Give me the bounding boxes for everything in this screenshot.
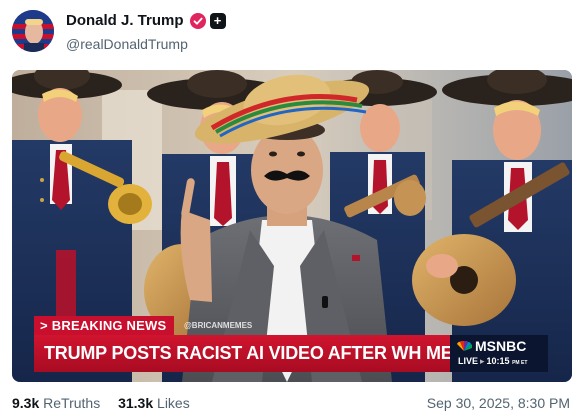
- post-header: Donald J. Trump + @realDonaldTrump: [12, 9, 572, 55]
- live-time: 10:15: [486, 356, 510, 366]
- post-timestamp[interactable]: Sep 30, 2025, 8:30 PM: [427, 395, 570, 411]
- verified-badge-icon: [189, 12, 206, 29]
- likes-count: 31.3k: [118, 395, 154, 411]
- breaking-news-text: BREAKING NEWS: [51, 318, 167, 333]
- retruths-stat[interactable]: 9.3k ReTruths: [12, 395, 100, 411]
- network-logo: MSNBC: [456, 338, 526, 354]
- likes-stat[interactable]: 31.3k Likes: [118, 395, 190, 411]
- peacock-icon: [457, 341, 472, 351]
- network-name: MSNBC: [475, 338, 527, 354]
- retruths-label: ReTruths: [43, 395, 101, 411]
- post-stats: 9.3k ReTruths 31.3k Likes: [12, 395, 190, 411]
- likes-label: Likes: [157, 395, 190, 411]
- author-handle[interactable]: @realDonaldTrump: [66, 36, 188, 52]
- author-name-row: Donald J. Trump +: [66, 12, 226, 29]
- live-label: LIVE: [458, 356, 479, 366]
- post-media-image[interactable]: > BREAKING NEWS @BRICANMEMES TRUMP POSTS …: [12, 70, 572, 382]
- retruths-count: 9.3k: [12, 395, 40, 411]
- display-name[interactable]: Donald J. Trump: [66, 12, 184, 29]
- plus-badge-icon: +: [209, 12, 226, 29]
- play-icon: ▸: [480, 356, 485, 366]
- avatar-image: [12, 10, 54, 52]
- live-indicator: LIVE ▸ 10:15 PM ET: [458, 356, 527, 367]
- live-timezone: PM ET: [512, 360, 528, 366]
- network-logo-box: MSNBC LIVE ▸ 10:15 PM ET: [450, 335, 548, 372]
- chevron-right-icon: >: [40, 318, 48, 333]
- breaking-news-label: > BREAKING NEWS: [34, 316, 175, 335]
- avatar[interactable]: [12, 10, 54, 52]
- watermark: @BRICANMEMES: [184, 321, 253, 330]
- news-headline: TRUMP POSTS RACIST AI VIDEO AFTER WH MEE…: [34, 335, 450, 372]
